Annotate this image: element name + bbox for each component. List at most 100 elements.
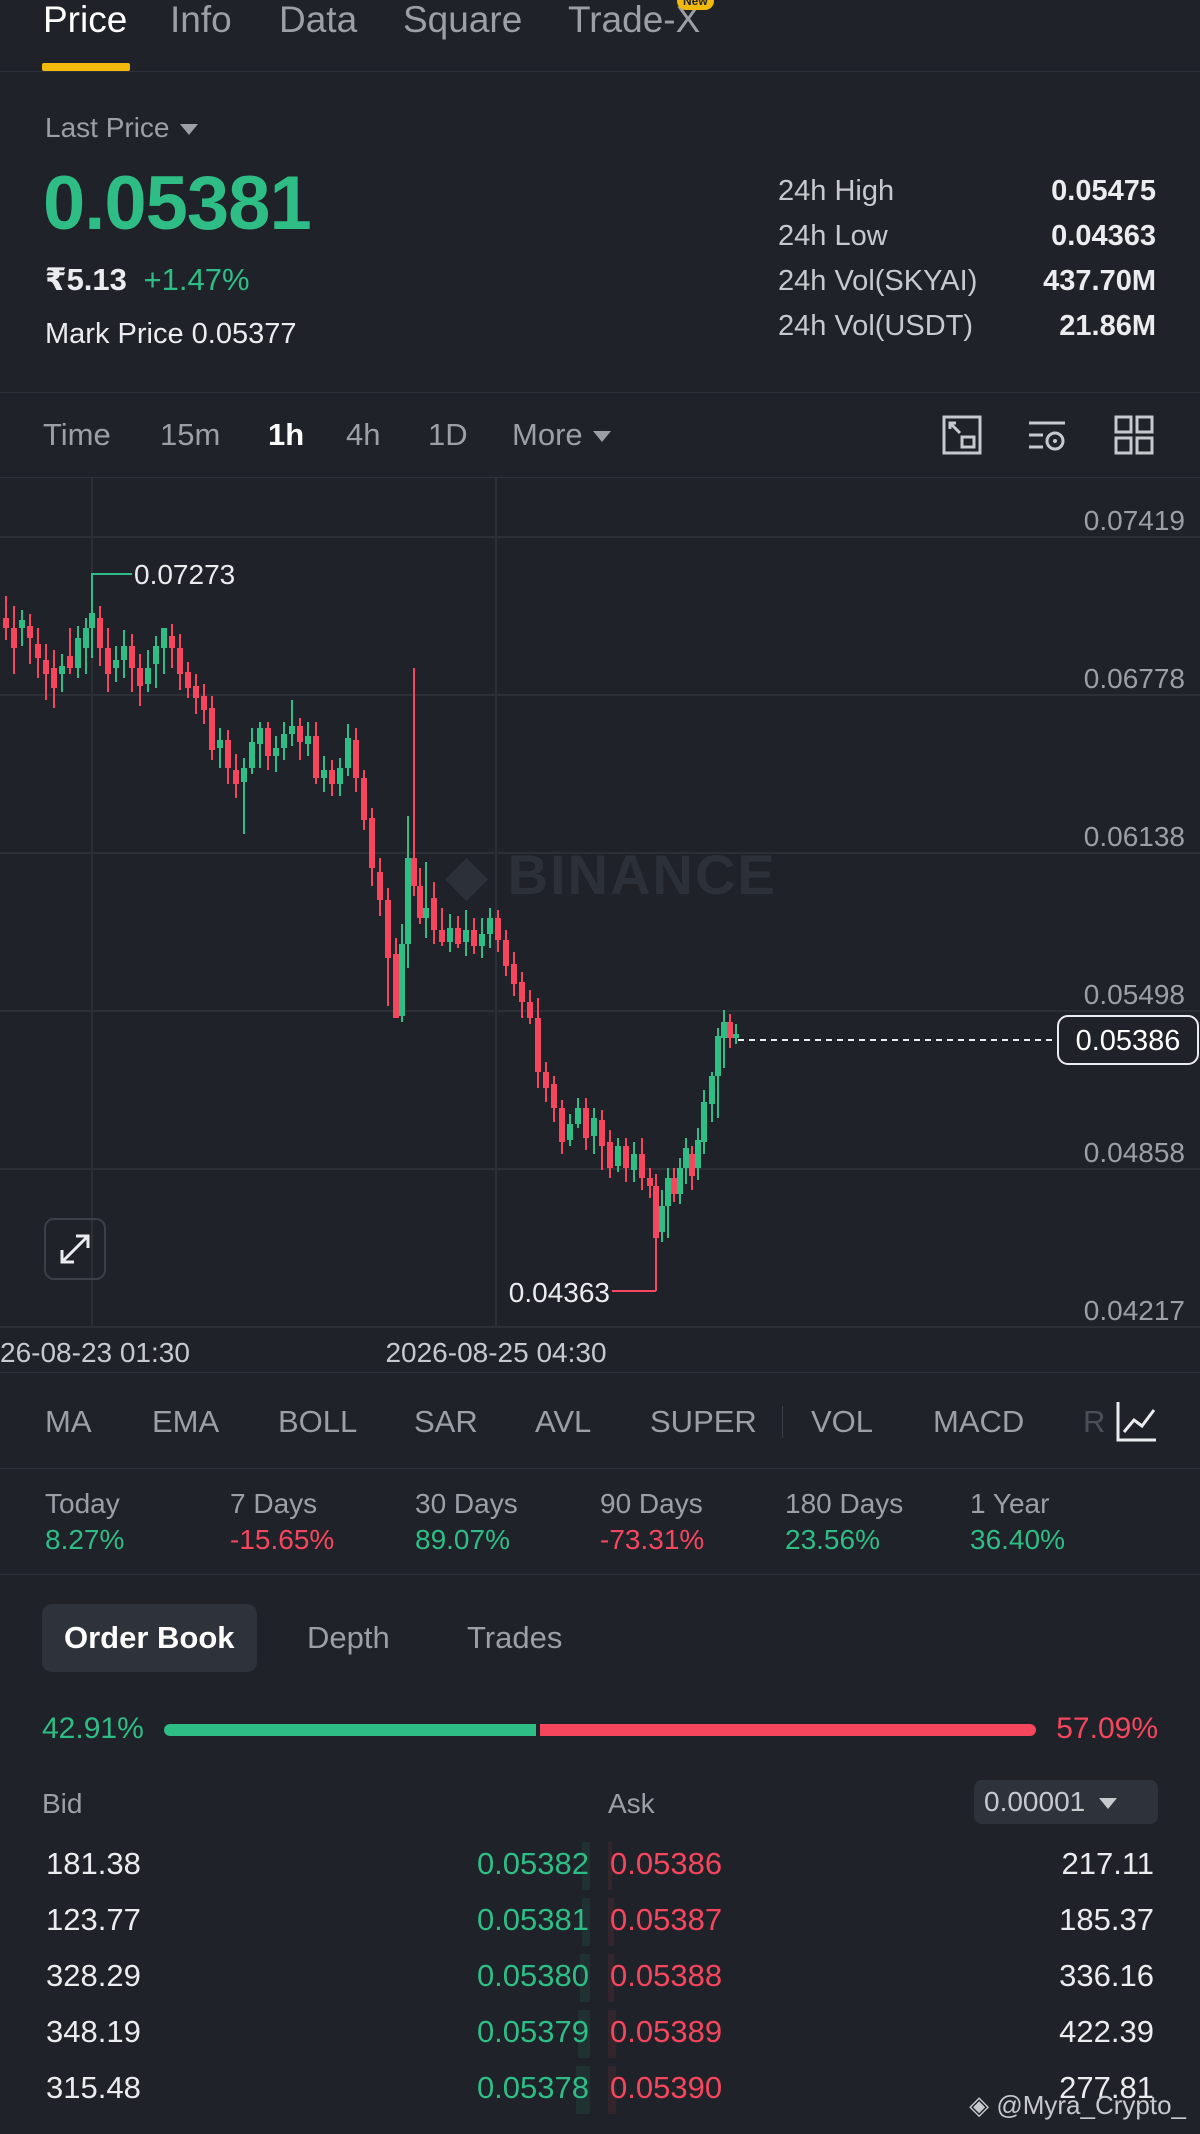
mark-price: Mark Price 0.05377 bbox=[45, 318, 296, 351]
divider bbox=[0, 392, 1200, 393]
grid-layout-icon[interactable] bbox=[1112, 413, 1156, 457]
interval-1d[interactable]: 1D bbox=[428, 417, 468, 453]
bid-qty: 315.48 bbox=[46, 2070, 141, 2105]
credit-text: @Myra_Crypto_ bbox=[996, 2090, 1186, 2120]
watermark-text: BINANCE bbox=[507, 843, 777, 906]
tab-depth[interactable]: Depth bbox=[285, 1604, 412, 1672]
book-row[interactable]: 348.19 0.05379 0.05389 422.39 bbox=[0, 2006, 1200, 2062]
stat-label: 24h High bbox=[778, 175, 895, 207]
book-row[interactable]: 123.77 0.05381 0.05387 185.37 bbox=[0, 1894, 1200, 1950]
book-row[interactable]: 181.38 0.05382 0.05386 217.11 bbox=[0, 1838, 1200, 1894]
candle-body bbox=[217, 740, 223, 748]
indicator-chart-icon[interactable] bbox=[1112, 1398, 1160, 1446]
candle-body bbox=[683, 1148, 689, 1168]
candle-body bbox=[305, 736, 311, 744]
candle-body bbox=[169, 636, 175, 648]
ask-price[interactable]: 0.05387 bbox=[610, 1902, 722, 1938]
indicator-settings-icon[interactable] bbox=[1025, 413, 1069, 457]
candle-body bbox=[665, 1178, 671, 1206]
candle-body bbox=[161, 628, 167, 648]
ask-price[interactable]: 0.05390 bbox=[610, 2070, 722, 2106]
expand-chart-button[interactable] bbox=[44, 1218, 106, 1280]
interval-more[interactable]: More bbox=[512, 417, 611, 453]
candle-body bbox=[281, 734, 287, 748]
candle-body bbox=[615, 1146, 621, 1166]
candle-body bbox=[733, 1034, 739, 1038]
bid-price[interactable]: 0.05380 bbox=[477, 1958, 589, 1994]
fiat-line: ₹5.13 +1.47% bbox=[45, 262, 250, 298]
last-price-label: Last Price bbox=[45, 112, 170, 143]
fiat-price: ₹5.13 bbox=[45, 262, 127, 297]
candle-body bbox=[329, 770, 335, 784]
stat-value: 0.05475 bbox=[1051, 175, 1156, 207]
tick-size-select[interactable]: 0.00001 bbox=[974, 1780, 1158, 1824]
indicator-vol[interactable]: VOL bbox=[811, 1404, 873, 1440]
candle-body bbox=[377, 872, 383, 900]
candle-body bbox=[209, 708, 215, 750]
candle-body bbox=[543, 1072, 549, 1088]
candle-body bbox=[385, 900, 391, 958]
candle-body bbox=[689, 1154, 695, 1176]
indicator-ma[interactable]: MA bbox=[45, 1404, 92, 1440]
bid-price[interactable]: 0.05379 bbox=[477, 2014, 589, 2050]
candle-body bbox=[479, 934, 485, 946]
candle-body bbox=[35, 644, 41, 658]
ask-price[interactable]: 0.05386 bbox=[610, 1846, 722, 1882]
indicator-macd[interactable]: MACD bbox=[933, 1404, 1024, 1440]
divider bbox=[0, 1372, 1200, 1373]
tab-info[interactable]: Info bbox=[170, 0, 232, 40]
perf-value: 36.40% bbox=[970, 1524, 1065, 1555]
y-tick: 0.04217 bbox=[1084, 1295, 1185, 1326]
interval-time[interactable]: Time bbox=[43, 417, 111, 453]
perf-value: 8.27% bbox=[45, 1524, 125, 1555]
candle-body bbox=[411, 858, 417, 886]
candle-body bbox=[233, 770, 239, 784]
tab-trades[interactable]: Trades bbox=[445, 1604, 584, 1672]
indicator-sar[interactable]: SAR bbox=[414, 1404, 478, 1440]
chart-settings-icon[interactable] bbox=[940, 413, 984, 457]
candle-body bbox=[67, 656, 73, 668]
interval-4h[interactable]: 4h bbox=[346, 417, 380, 453]
candle-body bbox=[3, 618, 9, 628]
ask-price[interactable]: 0.05388 bbox=[610, 1958, 722, 1994]
candle-body bbox=[59, 666, 65, 674]
indicator-ema[interactable]: EMA bbox=[152, 1404, 219, 1440]
indicator-boll[interactable]: BOLL bbox=[278, 1404, 357, 1440]
candle-body bbox=[361, 778, 367, 820]
perf-180d: 180 Days 23.56% bbox=[785, 1488, 903, 1556]
book-row[interactable]: 328.29 0.05380 0.05388 336.16 bbox=[0, 1950, 1200, 2006]
tab-data[interactable]: Data bbox=[279, 0, 357, 40]
tab-square[interactable]: Square bbox=[403, 0, 522, 40]
candle-body bbox=[639, 1154, 645, 1178]
candlestick-chart[interactable]: 0.07419 0.06778 0.06138 0.05498 0.04858 … bbox=[0, 478, 1200, 1375]
candle-body bbox=[527, 1002, 533, 1018]
candle-body bbox=[599, 1120, 605, 1146]
binance-logo-icon: ◈ bbox=[969, 2090, 997, 2120]
perf-value: -15.65% bbox=[230, 1524, 335, 1555]
divider bbox=[0, 1468, 1200, 1469]
indicator-super[interactable]: SUPER bbox=[650, 1404, 757, 1440]
candle-body bbox=[97, 618, 103, 648]
stat-24h-vol-quote: 24h Vol(USDT) 21.86M bbox=[778, 310, 1156, 355]
interval-1h[interactable]: 1h bbox=[268, 417, 304, 453]
candle-body bbox=[701, 1102, 707, 1142]
indicator-avl[interactable]: AVL bbox=[535, 1404, 591, 1440]
binance-watermark: ◆ BINANCE bbox=[445, 843, 777, 906]
bid-price[interactable]: 0.05381 bbox=[477, 1902, 589, 1938]
bid-price[interactable]: 0.05378 bbox=[477, 2070, 589, 2106]
candle-body bbox=[677, 1168, 683, 1194]
candle-body bbox=[51, 668, 57, 688]
interval-15m[interactable]: 15m bbox=[160, 417, 220, 453]
perf-label: 30 Days bbox=[415, 1488, 518, 1519]
indicator-r[interactable]: R bbox=[1083, 1404, 1105, 1440]
mark-price-label: Mark Price bbox=[45, 318, 184, 350]
perf-30d: 30 Days 89.07% bbox=[415, 1488, 518, 1556]
stat-label: 24h Vol(USDT) bbox=[778, 310, 974, 342]
y-tick: 0.06138 bbox=[1084, 821, 1185, 852]
tab-order-book[interactable]: Order Book bbox=[42, 1604, 257, 1672]
ask-price[interactable]: 0.05389 bbox=[610, 2014, 722, 2050]
bid-qty: 181.38 bbox=[46, 1846, 141, 1881]
bid-price[interactable]: 0.05382 bbox=[477, 1846, 589, 1882]
last-price-selector[interactable]: Last Price bbox=[45, 112, 198, 144]
tab-price[interactable]: Price bbox=[43, 0, 127, 40]
